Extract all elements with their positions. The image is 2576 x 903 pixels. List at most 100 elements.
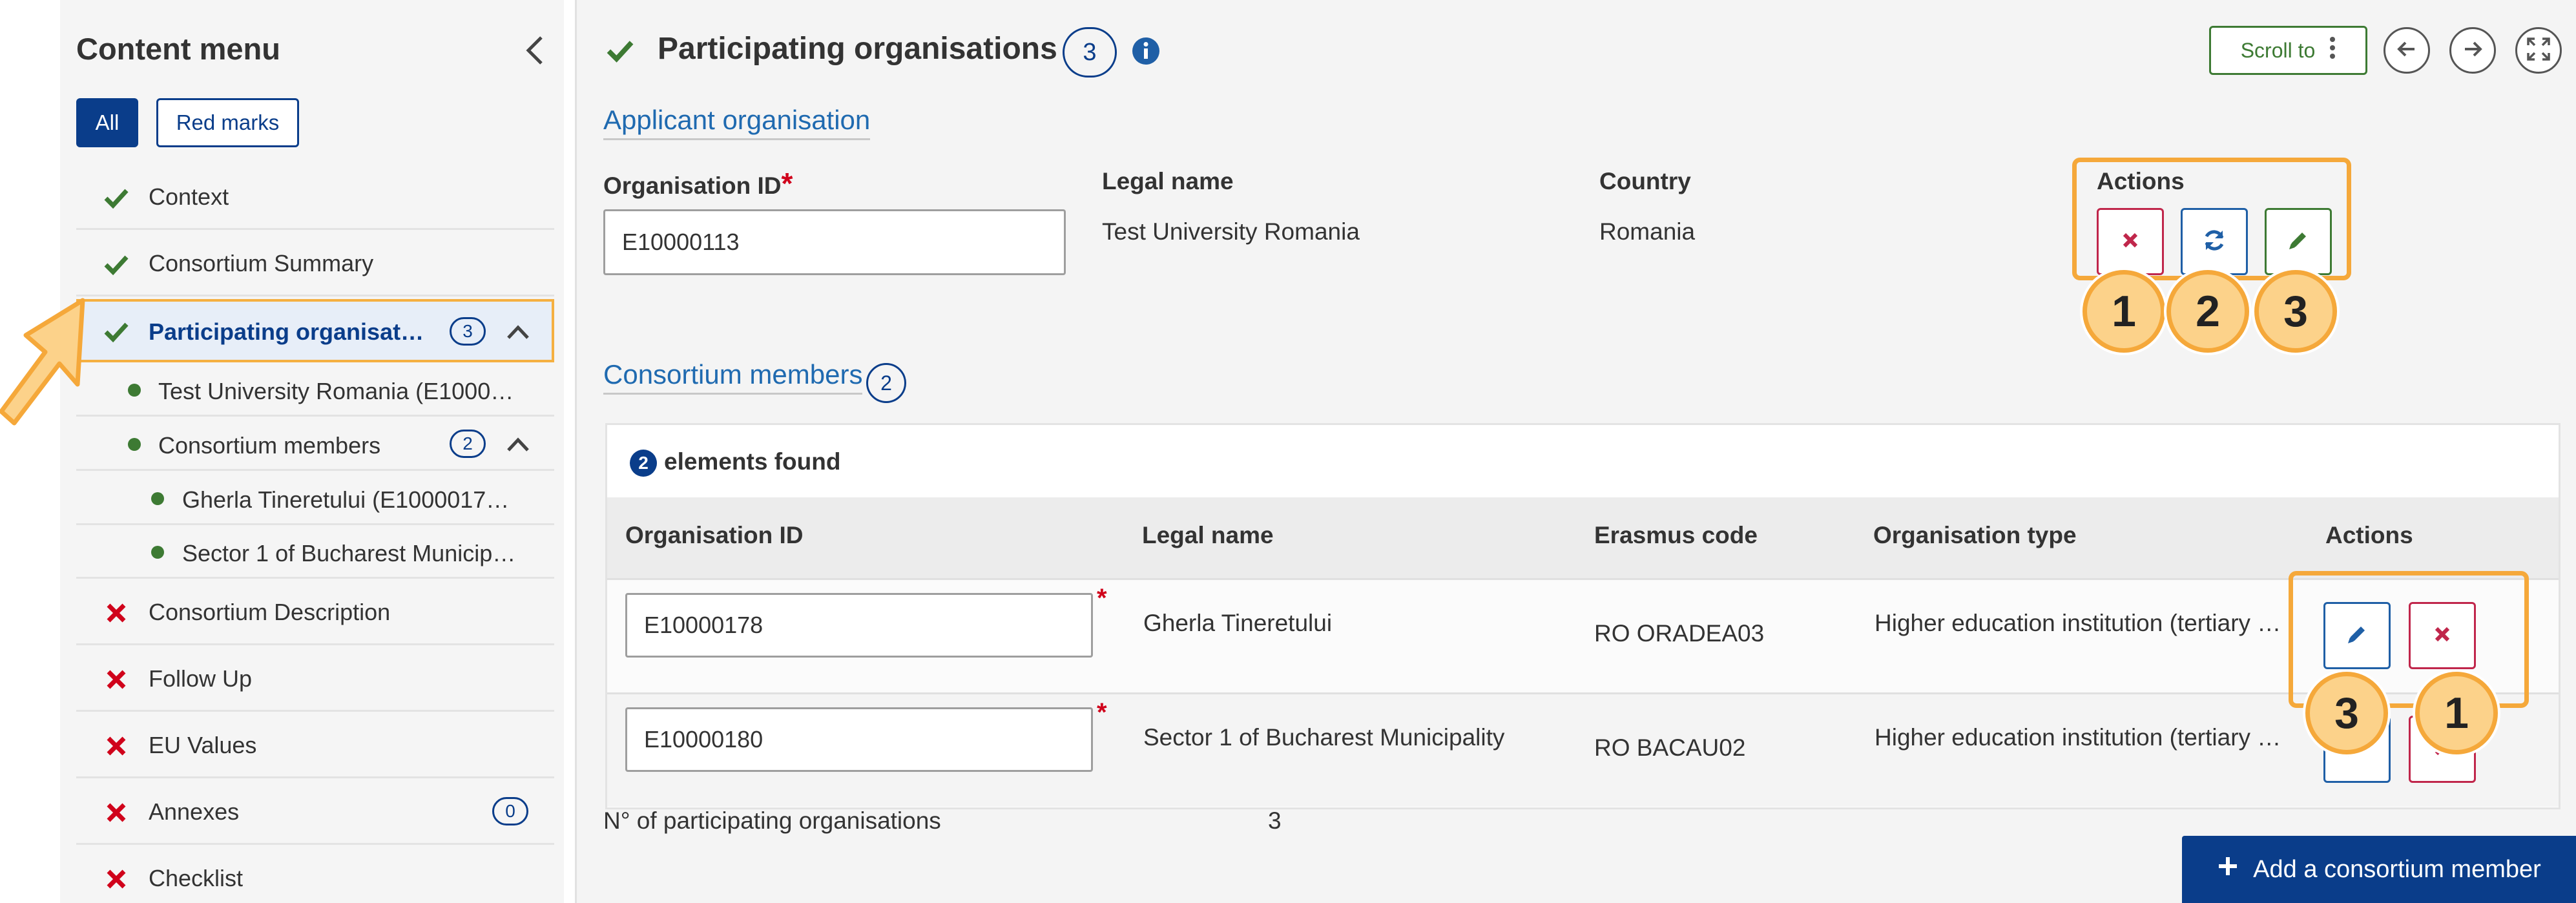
filter-all-button[interactable]: All [76,98,138,147]
sidebar-item-follow-up[interactable]: Follow Up [76,646,554,712]
sidebar-item-label: Context [149,183,229,210]
organisations-count-badge: 3 [1063,27,1117,78]
sidebar-item-label: Follow Up [149,665,253,692]
pencil-icon [2287,229,2310,255]
sidebar-item-consortium-summary[interactable]: Consortium Summary [76,231,554,296]
check-icon [103,318,129,344]
sidebar-item-label: Consortium Summary [149,250,374,276]
chevron-up-icon[interactable] [505,320,531,349]
filter-red-marks-button[interactable]: Red marks [156,98,299,147]
section-complete-check-icon [606,36,634,68]
plus-icon [2217,855,2239,884]
add-consortium-member-label: Add a consortium member [2253,855,2541,883]
status-dot-icon [128,438,141,451]
add-consortium-member-button[interactable]: Add a consortium member [2182,836,2576,903]
consortium-count-badge: 2 [866,363,906,403]
count-badge: 3 [450,317,486,346]
status-dot-icon [151,492,164,505]
sidebar-item-label: EU Values [149,732,257,758]
sidebar-item-checklist[interactable]: Checklist [76,846,554,903]
consortium-members-link[interactable]: Consortium members [603,359,863,395]
count-badge: 2 [450,430,486,458]
fullscreen-button[interactable] [2515,27,2562,74]
status-dot-icon [128,384,141,397]
cross-icon [103,600,129,626]
applicant-organisation-link[interactable]: Applicant organisation [603,105,871,140]
cross-icon [103,866,129,892]
elements-found-label: elements found [664,448,841,475]
member-erasmus-code: RO BACAU02 [1594,734,1746,761]
applicant-org-id-input[interactable] [603,209,1066,275]
sidebar-item-context[interactable]: Context [76,164,554,230]
actions-label: Actions [2097,168,2185,194]
participating-count-label: N° of participating organisations [603,807,941,834]
found-count-badge: 2 [630,450,657,477]
table-row: * Sector 1 of Bucharest Municipality RO … [607,692,2559,807]
count-badge: 0 [492,797,528,825]
sidebar-subitem-consortium-members[interactable]: Consortium members 2 [76,418,554,471]
sidebar-subitem-label: Sector 1 of Bucharest Municip… [182,540,516,566]
column-header: Actions [2325,522,2413,548]
callout-badge: 2 [2166,270,2249,353]
expand-icon [2526,36,2551,65]
applicant-country: Romania [1599,218,1696,245]
member-erasmus-code: RO ORADEA03 [1594,620,1765,647]
close-icon [2121,231,2140,253]
member-legal-name: Gherla Tineretului [1143,610,1333,636]
sidebar-subitem-label: Gherla Tineretului (E1000017… [182,486,510,513]
sidebar-subitem-label: Consortium members [158,432,381,459]
replace-applicant-button[interactable] [2181,208,2248,275]
collapse-sidebar-icon[interactable] [522,34,548,67]
sidebar-item-label: Participating organisat… [149,318,424,345]
callout-badge: 1 [2083,270,2165,353]
column-header: Organisation type [1873,522,2077,548]
required-marker: * [1097,698,1107,727]
sidebar-item-consortium-description[interactable]: Consortium Description [76,579,554,645]
edit-applicant-button[interactable] [2265,208,2332,275]
sidebar-item-participating-organisations[interactable]: Participating organisat… 3 [76,299,554,362]
participating-count-value: 3 [1268,807,1282,834]
previous-section-button[interactable] [2384,27,2430,74]
org-id-label-text: Organisation ID [603,172,782,199]
table-header: Organisation ID Legal name Erasmus code … [607,497,2559,578]
member-org-id-input[interactable] [625,707,1093,772]
member-legal-name: Sector 1 of Bucharest Municipality [1143,724,1505,751]
sidebar-title: Content menu [76,32,280,66]
callout-badge: 1 [2415,672,2498,754]
arrow-right-icon [2461,37,2484,64]
cross-icon [103,733,129,759]
sidebar-item-eu-values[interactable]: EU Values [76,712,554,778]
page-title: Participating organisations [658,32,1057,66]
column-header: Erasmus code [1594,522,1758,548]
content-menu-sidebar: Content menu All Red marks Context Conso… [0,0,577,903]
next-section-button[interactable] [2449,27,2496,74]
applicant-legal-name: Test University Romania [1102,218,1360,245]
column-header: Organisation ID [625,522,804,548]
callout-badge: 3 [2254,270,2337,353]
sidebar-item-label: Consortium Description [149,599,391,625]
country-label: Country [1599,168,1691,194]
member-org-type: Higher education institution (tertiary … [1875,724,2281,751]
table-row: * Gherla Tineretului RO ORADEA03 Higher … [607,578,2559,692]
required-marker: * [781,167,793,200]
legal-name-label: Legal name [1102,168,1234,194]
chevron-up-icon[interactable] [505,432,531,461]
delete-applicant-button[interactable] [2097,208,2164,275]
member-org-id-input[interactable] [625,593,1093,658]
sidebar-subitem-member-2[interactable]: Sector 1 of Bucharest Municip… [76,526,554,579]
sidebar-item-annexes[interactable]: Annexes 0 [76,779,554,845]
sidebar-subitem-member-1[interactable]: Gherla Tineretului (E1000017… [76,472,554,525]
sidebar-item-label: Checklist [149,865,244,891]
sidebar-subitem-applicant[interactable]: Test University Romania (E1000… [76,364,554,417]
refresh-icon [2201,227,2227,256]
callout-badge: 3 [2305,672,2388,754]
arrow-left-icon [2395,37,2418,64]
scroll-to-button[interactable]: Scroll to [2209,26,2367,75]
column-header: Legal name [1142,522,1274,548]
required-marker: * [1097,584,1107,612]
scroll-to-label: Scroll to [2240,38,2316,62]
sidebar-item-label: Annexes [149,798,240,825]
info-icon[interactable] [1131,36,1161,69]
cross-icon [103,800,129,825]
check-icon [103,251,129,277]
